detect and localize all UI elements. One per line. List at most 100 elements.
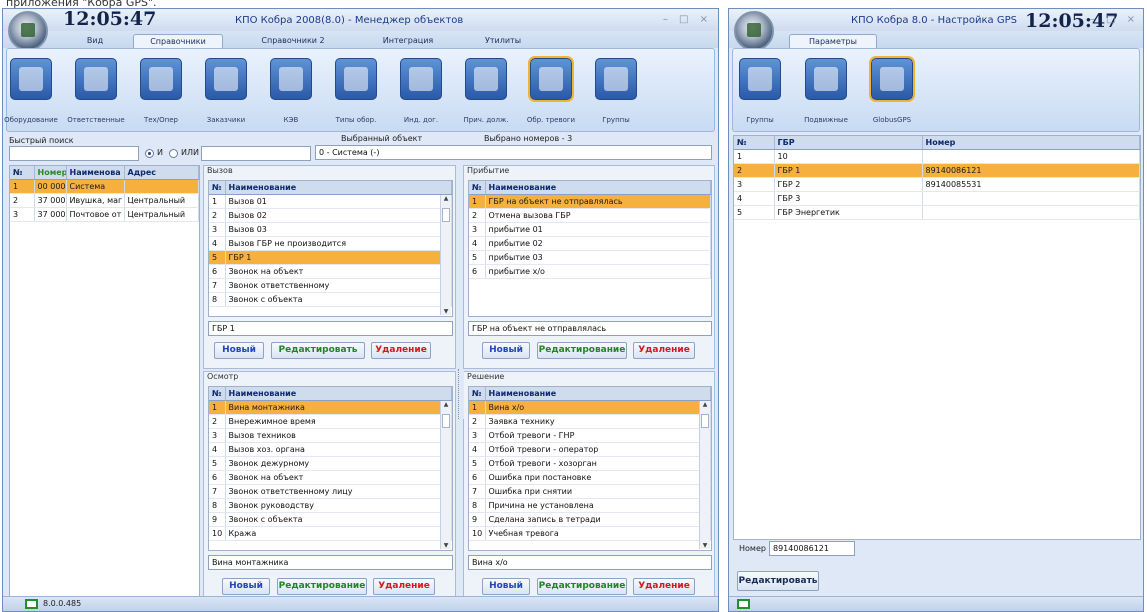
tab-directories[interactable]: Справочники [133,34,223,49]
tab-parameters[interactable]: Параметры [789,34,877,49]
list-item[interactable]: 4 прибытие 02 [469,236,711,251]
list-item[interactable]: 5 Звонок дежурному [209,456,452,471]
groups-button[interactable]: Группы [737,55,783,129]
list-item[interactable]: 5 прибытие 03 [469,250,711,265]
tech-operator-button[interactable]: Тех/Опер [138,55,184,129]
list-item[interactable]: 4 Отбой тревоги - оператор [469,442,711,457]
individual-contracts-button[interactable]: Инд. дог. [398,55,444,129]
list-item[interactable]: 8 Звонок руководству [209,498,452,513]
list-item[interactable]: 10 Кража [209,526,452,541]
table-row[interactable]: 1 10 [734,149,1140,164]
list-item[interactable]: 6 Звонок на объект [209,470,452,485]
list-item[interactable]: 8 Звонок с объекта [209,292,452,307]
call-new-button[interactable]: Новый [214,342,264,359]
decision-grid[interactable]: № Наименование 1 Вина х/о 2 Заявка технику … [468,386,712,551]
app-logo-icon[interactable] [734,11,774,51]
arrival-edit-field[interactable]: ГБР на объект не отправлялась [468,321,712,336]
equipment-button[interactable]: Оборудование [4,55,58,129]
list-item[interactable]: 7 Звонок ответственному лицу [209,484,452,499]
number-field[interactable]: 89140086121 [769,541,855,556]
mobile-units-button[interactable]: Подвижные [803,55,849,129]
tab-directories-2[interactable]: Справочники 2 [248,34,338,49]
list-item[interactable]: 5 ГБР 1 [209,250,452,265]
table-row[interactable]: 3 ГБР 2 89140085531 [734,177,1140,192]
title-bar[interactable]: КПО Кобра 8.0 - Настройка GPS 12:05:47 –… [729,9,1143,32]
quick-search-input[interactable] [9,146,139,161]
call-scrollbar[interactable]: ▲ ▼ [440,195,451,315]
decision-edit-button[interactable]: Редактирование [537,578,627,595]
title-bar[interactable]: 12:05:47 КПО Кобра 2008(8.0) - Менеджер … [3,9,718,31]
objects-col-name[interactable]: Наименова [66,166,125,180]
list-item[interactable]: 3 прибытие 01 [469,222,711,237]
list-item[interactable]: 2 Заявка технику [469,414,711,429]
customers-button[interactable]: Заказчики [203,55,249,129]
list-item[interactable]: 1 Вина х/о [469,400,711,415]
app-logo-icon[interactable] [8,11,48,51]
inspect-edit-field[interactable]: Вина монтажника [208,555,453,570]
decision-new-button[interactable]: Новый [482,578,530,595]
list-item[interactable]: 3 Вызов 03 [209,222,452,237]
call-edit-field[interactable]: ГБР 1 [208,321,453,336]
equipment-types-button[interactable]: Типы обор. [333,55,379,129]
gbr-grid[interactable]: № ГБР Номер 1 10 2 ГБР 1 89140086121 3 ГБР 2 89… [733,135,1141,540]
arrival-edit-button[interactable]: Редактирование [537,342,627,359]
scroll-up-icon[interactable]: ▲ [700,401,710,408]
table-row[interactable]: 100 0000Система [10,179,199,194]
inspect-delete-button[interactable]: Удаление [373,578,435,595]
window-controls[interactable]: – □ × [1090,14,1139,25]
list-item[interactable]: 1 ГБР на объект не отправлялась [469,194,711,209]
list-item[interactable]: 5 Отбой тревоги - хозорган [469,456,711,471]
search-input-2[interactable] [201,146,311,161]
objects-col-number[interactable]: Номер [34,166,67,180]
scroll-up-icon[interactable]: ▲ [441,195,451,202]
tab-integration[interactable]: Интеграция [373,34,443,49]
inspect-edit-button[interactable]: Редактирование [277,578,367,595]
groups-button[interactable]: Группы [593,55,639,129]
objects-grid[interactable]: № Номер Наименова Адрес 100 0000Система … [9,165,200,597]
call-edit-button[interactable]: Редактировать [271,342,365,359]
arrival-delete-button[interactable]: Удаление [633,342,695,359]
causes-button[interactable]: Прич. долж. [463,55,509,129]
list-item[interactable]: 8 Причина не установлена [469,498,711,513]
scroll-down-icon[interactable]: ▼ [700,542,710,549]
list-item[interactable]: 2 Внережимное время [209,414,452,429]
table-row[interactable]: 4 ГБР 3 [734,191,1140,206]
inspect-scrollbar[interactable]: ▲ ▼ [440,401,451,549]
list-item[interactable]: 6 Звонок на объект [209,264,452,279]
alarm-processing-button[interactable]: Обр. тревоги [527,55,575,129]
list-item[interactable]: 9 Сделана запись в тетради [469,512,711,527]
radio-and[interactable] [145,149,154,158]
decision-edit-field[interactable]: Вина х/о [468,555,712,570]
scroll-down-icon[interactable]: ▼ [441,308,451,315]
list-item[interactable]: 7 Звонок ответственному [209,278,452,293]
list-item[interactable]: 4 Вызов ГБР не производится [209,236,452,251]
decision-scrollbar[interactable]: ▲ ▼ [699,401,710,549]
call-grid[interactable]: № Наименование 1 Вызов 01 2 Вызов 02 3 Вызов… [208,180,453,317]
vertical-splitter[interactable] [458,369,464,419]
table-row[interactable]: 5 ГБР Энергетик [734,205,1140,220]
table-row[interactable]: 2 ГБР 1 89140086121 [734,163,1140,178]
call-delete-button[interactable]: Удаление [371,342,431,359]
list-item[interactable]: 1 Вызов 01 [209,194,452,209]
list-item[interactable]: 2 Отмена вызова ГБР [469,208,711,223]
table-row[interactable]: 337 0002Почтовое отЦентральный [10,207,199,222]
list-item[interactable]: 3 Отбой тревоги - ГНР [469,428,711,443]
scroll-up-icon[interactable]: ▲ [441,401,451,408]
list-item[interactable]: 1 Вина монтажника [209,400,452,415]
radio-or[interactable] [169,149,178,158]
list-item[interactable]: 3 Вызов техников [209,428,452,443]
responsible-button[interactable]: Ответственные [67,55,125,129]
edit-button[interactable]: Редактировать [737,571,819,591]
list-item[interactable]: 6 прибытие х/о [469,264,711,279]
list-item[interactable]: 9 Звонок с объекта [209,512,452,527]
list-item[interactable]: 10 Учебная тревога [469,526,711,541]
kev-button[interactable]: КЭВ [268,55,314,129]
objects-col-num[interactable]: № [10,166,35,180]
tab-view[interactable]: Вид [75,34,115,49]
window-controls[interactable]: – □ × [663,14,712,25]
objects-col-address[interactable]: Адрес [124,166,199,180]
arrival-new-button[interactable]: Новый [482,342,530,359]
scroll-down-icon[interactable]: ▼ [441,542,451,549]
list-item[interactable]: 4 Вызов хоз. органа [209,442,452,457]
arrival-grid[interactable]: № Наименование 1 ГБР на объект не отправля… [468,180,712,317]
